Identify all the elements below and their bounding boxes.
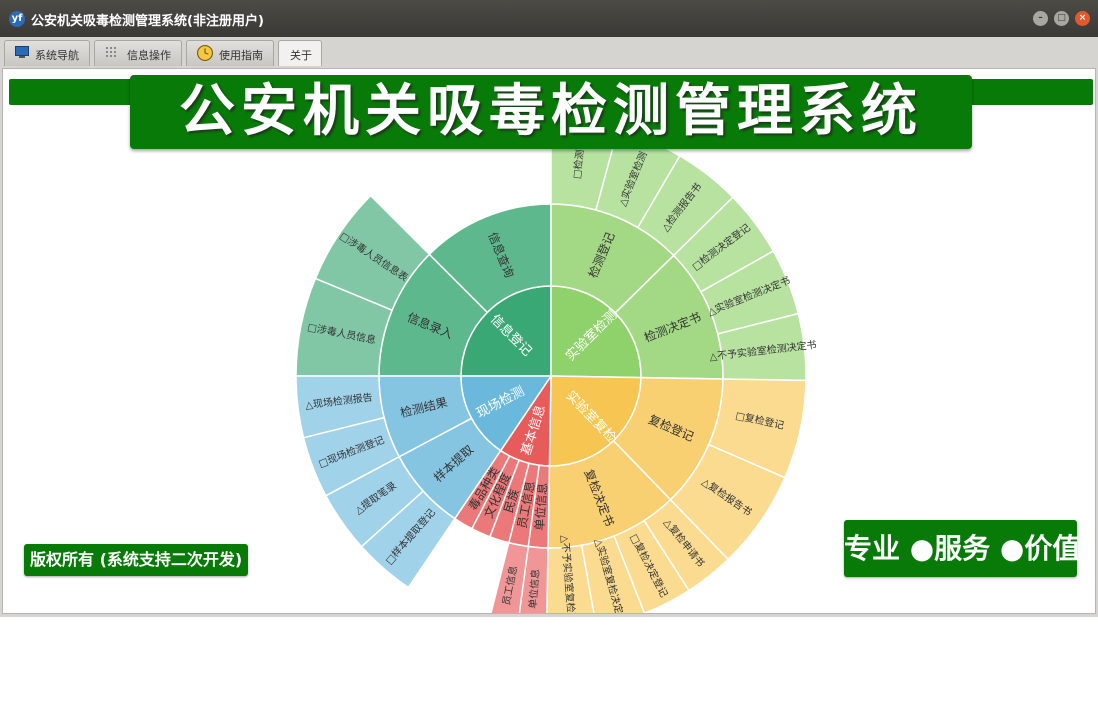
tab-bar: 系统导航 信息操作 使用指南 关于: [0, 37, 1098, 67]
close-icon[interactable]: ×: [1075, 11, 1090, 26]
tab-user-guide[interactable]: 使用指南: [186, 40, 274, 66]
title-bar: yf 公安机关吸毒检测管理系统(非注册用户) – □ ×: [0, 0, 1098, 37]
system-title: 公安机关吸毒检测管理系统: [179, 79, 923, 144]
tab-info-operation[interactable]: 信息操作: [94, 40, 182, 66]
tab-label: 信息操作: [127, 49, 171, 62]
app-logo-icon: yf: [9, 11, 25, 27]
maximize-icon[interactable]: □: [1054, 11, 1069, 26]
minimize-icon[interactable]: –: [1033, 11, 1048, 26]
grid-icon: [106, 47, 116, 57]
tab-about[interactable]: 关于: [278, 40, 322, 66]
monitor-icon: [15, 46, 29, 58]
tab-system-nav[interactable]: 系统导航: [4, 40, 90, 66]
copyright-badge: 版权所有 (系统支持二次开发): [24, 544, 249, 576]
blank-area: [0, 617, 1098, 719]
window-title: 公安机关吸毒检测管理系统(非注册用户): [31, 14, 264, 29]
system-title-banner: 公安机关吸毒检测管理系统: [130, 75, 972, 149]
clock-icon: [197, 45, 213, 61]
tab-label: 系统导航: [35, 49, 79, 62]
about-panel: 信息登记 信息录入 □涉毒人员信息 □涉毒人员信息表 信息查询 实验室检测 检测登记 □检测 △…: [2, 68, 1096, 614]
tab-label: 使用指南: [219, 49, 263, 62]
slogan-badge: 专业 ●服务 ●价值: [844, 520, 1080, 577]
tab-label: 关于: [290, 49, 312, 62]
app-window: yf 公安机关吸毒检测管理系统(非注册用户) – □ × 系统导航 信息操作 使…: [0, 0, 1098, 617]
